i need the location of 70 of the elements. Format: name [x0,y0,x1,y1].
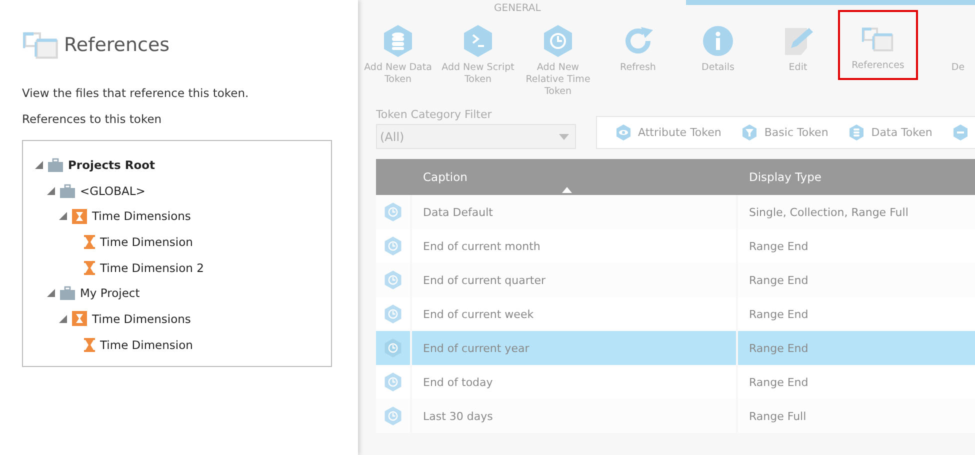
tree-item[interactable]: Time Dimension [100,338,193,352]
legend-label: Attribute Token [638,126,722,139]
toolbar-button[interactable]: Refresh [598,22,678,76]
category-dropdown[interactable]: (All) [376,124,576,149]
table-cell: End of current week [412,297,736,331]
toolbar-button[interactable]: References [838,10,918,80]
group-label: GENERAL [494,3,541,14]
table-cell: Range End [738,263,975,297]
clock-icon [383,372,403,392]
legend-label: Data Token [871,126,932,139]
legend-label: Basic Token [764,126,828,139]
table-cell: Range End [738,229,975,263]
database-icon [381,24,415,58]
dots-icon [952,124,970,141]
clock-icon [383,304,403,324]
toolbar-button[interactable]: Add New Data Token [358,22,438,88]
tree-item[interactable]: <GLOBAL> [80,184,146,198]
hourglass-folder-icon [72,311,87,326]
panel-title: References [64,34,170,56]
table-cell: End of today [412,365,736,399]
toolbar-button[interactable]: Add New Script Token [438,22,518,88]
clock-icon [383,236,403,256]
tree-item[interactable]: Time Dimension 2 [100,260,204,275]
toolbar-button[interactable]: De [918,22,975,76]
clock-icon [541,24,575,58]
funnel-icon [741,124,758,141]
info-icon [701,24,735,58]
table-cell: Range End [738,297,975,331]
caret-icon [559,134,569,140]
table-cell: Range End [738,365,975,399]
clock-icon [383,338,403,358]
table-cell: End of current month [412,229,736,263]
tree-item[interactable]: Time Dimensions [92,312,191,326]
hourglass-icon [84,260,95,275]
panel-description: View the files that reference this token. [22,86,250,100]
table-cell: Range End [738,331,975,365]
clock-icon [383,270,403,290]
table-cell: End of current year [412,331,736,365]
tree-item[interactable]: Projects Root [68,158,156,172]
expander-icon[interactable] [47,289,55,298]
briefcase-icon [60,184,75,198]
terminal-icon [461,24,495,58]
table-cell: Last 30 days [412,399,736,433]
toolbar-button[interactable]: Details [678,22,758,76]
eye-icon [615,124,632,141]
table-cell: End of current quarter [412,263,736,297]
tree-item[interactable]: Time Dimension [100,234,193,249]
table-cell: Data Default [412,195,736,229]
database-icon [848,124,866,141]
table-cell: Single, Collection, Range Full [738,195,975,229]
expander-icon[interactable] [59,314,67,323]
toolbar-button[interactable]: Edit [758,22,838,76]
toolbar-button[interactable]: Add New Relative Time Token [518,22,598,100]
clock-icon [383,406,403,426]
expander-icon[interactable] [47,186,55,195]
hourglass-icon [84,234,95,249]
tree-item[interactable]: Time Dimensions [92,209,191,224]
expander-icon[interactable] [59,212,67,220]
briefcase-icon [48,158,63,172]
expander-icon[interactable] [35,160,43,169]
briefcase-icon [60,286,75,300]
tree-label: References to this token [22,112,163,126]
column-header[interactable]: Caption [412,159,738,195]
clock-icon [383,202,403,222]
table-cell: Range Full [738,399,975,433]
hourglass-folder-icon [72,208,87,224]
column-header[interactable]: Display Type [738,159,975,195]
hourglass-icon [84,338,95,352]
filter-label: Token Category Filter [376,108,493,121]
tree-item[interactable]: My Project [80,286,140,300]
